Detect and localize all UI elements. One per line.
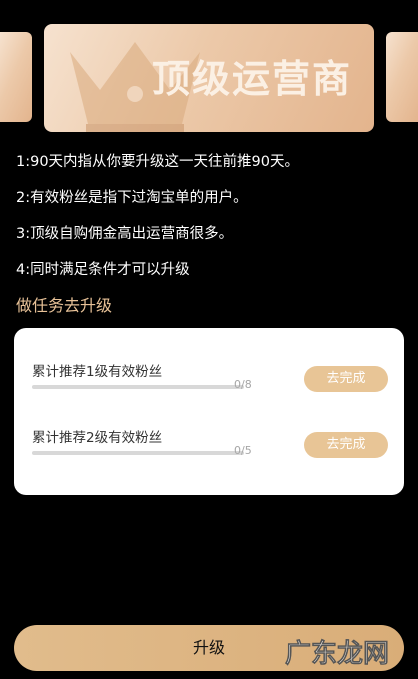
rule-item: 4:同时满足条件才可以升级 bbox=[16, 262, 190, 278]
task-row: 累计推荐2级有效粉丝 0/5 去完成 bbox=[14, 426, 404, 486]
banner-title: 顶级运营商 bbox=[151, 57, 352, 101]
banner-card-current[interactable]: 顶级运营商 bbox=[44, 24, 374, 132]
task-count: 0/5 bbox=[234, 444, 252, 457]
tasks-section-title: 做任务去升级 bbox=[16, 296, 113, 315]
rule-item: 3:顶级自购佣金高出运营商很多。 bbox=[16, 226, 234, 242]
task-card: 累计推荐1级有效粉丝 0/8 去完成 累计推荐2级有效粉丝 0/5 去完成 bbox=[14, 328, 404, 495]
complete-task-button[interactable]: 去完成 bbox=[304, 432, 388, 458]
task-row: 累计推荐1级有效粉丝 0/8 去完成 bbox=[14, 360, 404, 420]
rule-item: 1:90天内指从你要升级这一天往前推90天。 bbox=[16, 154, 300, 170]
task-progress-bar bbox=[32, 385, 244, 389]
upgrade-button[interactable]: 升级 bbox=[14, 625, 404, 671]
banner-card-previous[interactable] bbox=[0, 32, 32, 122]
task-label: 累计推荐1级有效粉丝 bbox=[32, 364, 163, 380]
banner-card-next[interactable] bbox=[386, 32, 418, 122]
banner-carousel[interactable]: 顶级运营商 bbox=[0, 0, 418, 135]
task-count: 0/8 bbox=[234, 378, 252, 391]
rule-item: 2:有效粉丝是指下过淘宝单的用户。 bbox=[16, 190, 248, 206]
task-label: 累计推荐2级有效粉丝 bbox=[32, 430, 163, 446]
complete-task-button[interactable]: 去完成 bbox=[304, 366, 388, 392]
task-progress-bar bbox=[32, 451, 244, 455]
